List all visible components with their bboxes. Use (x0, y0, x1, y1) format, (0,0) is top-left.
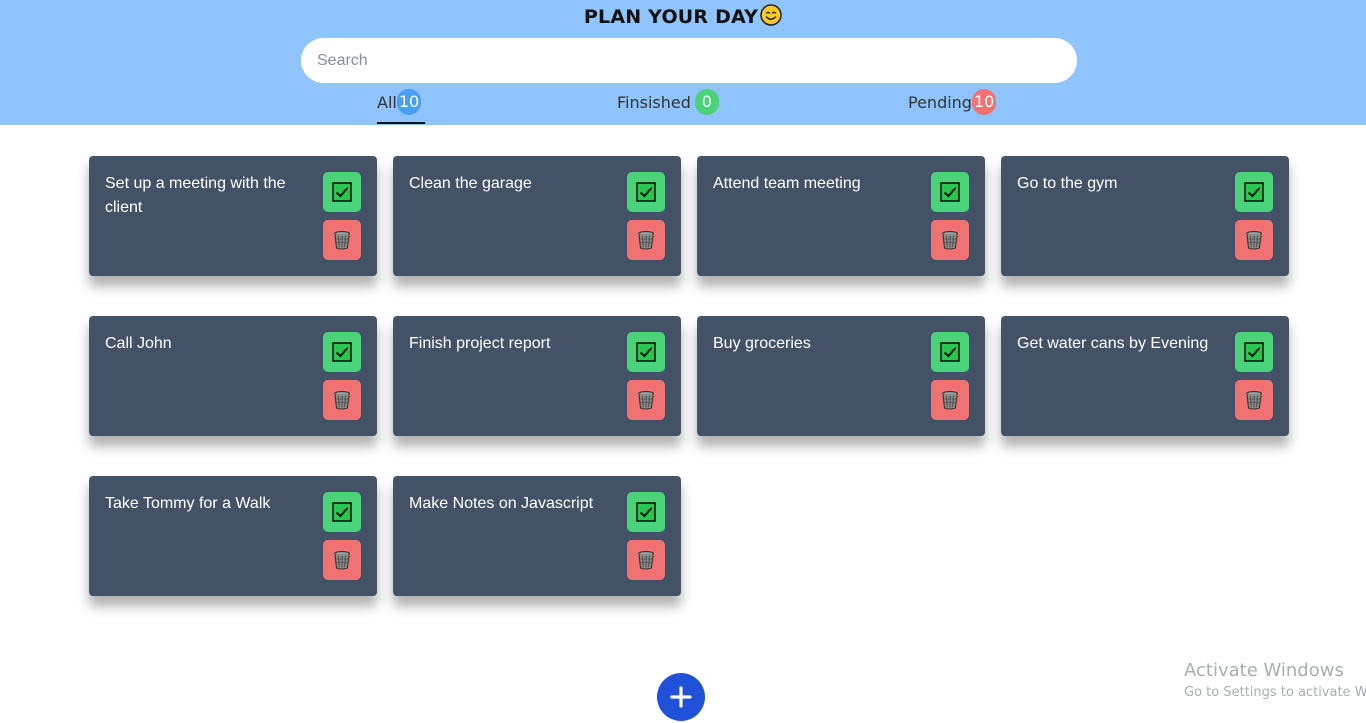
plus-icon (670, 686, 692, 708)
delete-button[interactable] (627, 220, 665, 260)
mark-done-button[interactable] (323, 492, 361, 532)
task-card: Buy groceries (697, 316, 985, 436)
watermark-title: Activate Windows (1184, 660, 1344, 681)
task-text: Attend team meeting (713, 175, 861, 192)
tab-finished-label: Finsished (617, 93, 691, 112)
page-title-text: PLAN YOUR DAY (583, 6, 759, 28)
task-text: Go to the gym (1017, 175, 1118, 192)
task-card: Call John (89, 316, 377, 436)
delete-button[interactable] (323, 540, 361, 580)
trash-icon (638, 551, 654, 570)
trash-icon (1246, 391, 1262, 410)
delete-button[interactable] (323, 380, 361, 420)
tab-all[interactable]: All 10 (377, 88, 425, 125)
tab-pending-count-badge: 10 (971, 89, 997, 115)
delete-button[interactable] (931, 380, 969, 420)
trash-icon (334, 391, 350, 410)
mark-done-button[interactable] (627, 172, 665, 212)
task-card: Make Notes on Javascript (393, 476, 681, 596)
mark-done-button[interactable] (1235, 332, 1273, 372)
trash-icon (638, 231, 654, 250)
search-input[interactable] (301, 38, 1077, 83)
tab-all-count-badge: 10 (396, 89, 422, 115)
task-card: Get water cans by Evening (1001, 316, 1289, 436)
tab-finished[interactable]: Finsished 0 (617, 88, 719, 125)
task-text: Make Notes on Javascript (409, 495, 594, 512)
mark-done-button[interactable] (931, 332, 969, 372)
trash-icon (334, 551, 350, 570)
task-text: Call John (105, 335, 172, 352)
app-header: PLAN YOUR DAY All 10 Finsished 0 Pending… (0, 0, 1366, 125)
trash-icon (942, 231, 958, 250)
task-card: Take Tommy for a Walk (89, 476, 377, 596)
task-text: Set up a meeting with the client (105, 175, 286, 216)
task-text: Finish project report (409, 335, 551, 352)
task-card: Set up a meeting with the client (89, 156, 377, 276)
delete-button[interactable] (323, 220, 361, 260)
checkbox-checked-icon (940, 182, 960, 202)
add-task-button[interactable] (657, 673, 705, 721)
checkbox-checked-icon (636, 182, 656, 202)
delete-button[interactable] (1235, 220, 1273, 260)
tab-pending[interactable]: Pending 10 (908, 88, 997, 125)
mark-done-button[interactable] (627, 492, 665, 532)
delete-button[interactable] (1235, 380, 1273, 420)
windows-activation-watermark: Activate Windows Go to Settings to activ… (1184, 660, 1366, 700)
mark-done-button[interactable] (323, 332, 361, 372)
mark-done-button[interactable] (931, 172, 969, 212)
checkbox-checked-icon (332, 182, 352, 202)
checkbox-checked-icon (636, 502, 656, 522)
tab-finished-count-badge: 0 (694, 89, 719, 115)
mark-done-button[interactable] (627, 332, 665, 372)
task-text: Clean the garage (409, 175, 532, 192)
delete-button[interactable] (931, 220, 969, 260)
trash-icon (334, 231, 350, 250)
task-card: Attend team meeting (697, 156, 985, 276)
tab-pending-label: Pending (908, 93, 972, 112)
watermark-subtitle: Go to Settings to activate W (1184, 685, 1366, 700)
checkbox-checked-icon (1244, 182, 1264, 202)
checkbox-checked-icon (332, 502, 352, 522)
page-title: PLAN YOUR DAY (0, 4, 1366, 31)
task-text: Get water cans by Evening (1017, 335, 1209, 352)
trash-icon (942, 391, 958, 410)
checkbox-checked-icon (636, 342, 656, 362)
delete-button[interactable] (627, 540, 665, 580)
checkbox-checked-icon (1244, 342, 1264, 362)
smiley-icon (760, 4, 782, 31)
task-text: Take Tommy for a Walk (105, 495, 271, 512)
task-card: Go to the gym (1001, 156, 1289, 276)
tab-all-label: All (377, 93, 397, 112)
active-tab-underline (377, 122, 425, 124)
checkbox-checked-icon (940, 342, 960, 362)
trash-icon (638, 391, 654, 410)
delete-button[interactable] (627, 380, 665, 420)
checkbox-checked-icon (332, 342, 352, 362)
mark-done-button[interactable] (323, 172, 361, 212)
task-text: Buy groceries (713, 335, 811, 352)
mark-done-button[interactable] (1235, 172, 1273, 212)
task-card: Finish project report (393, 316, 681, 436)
task-card: Clean the garage (393, 156, 681, 276)
trash-icon (1246, 231, 1262, 250)
